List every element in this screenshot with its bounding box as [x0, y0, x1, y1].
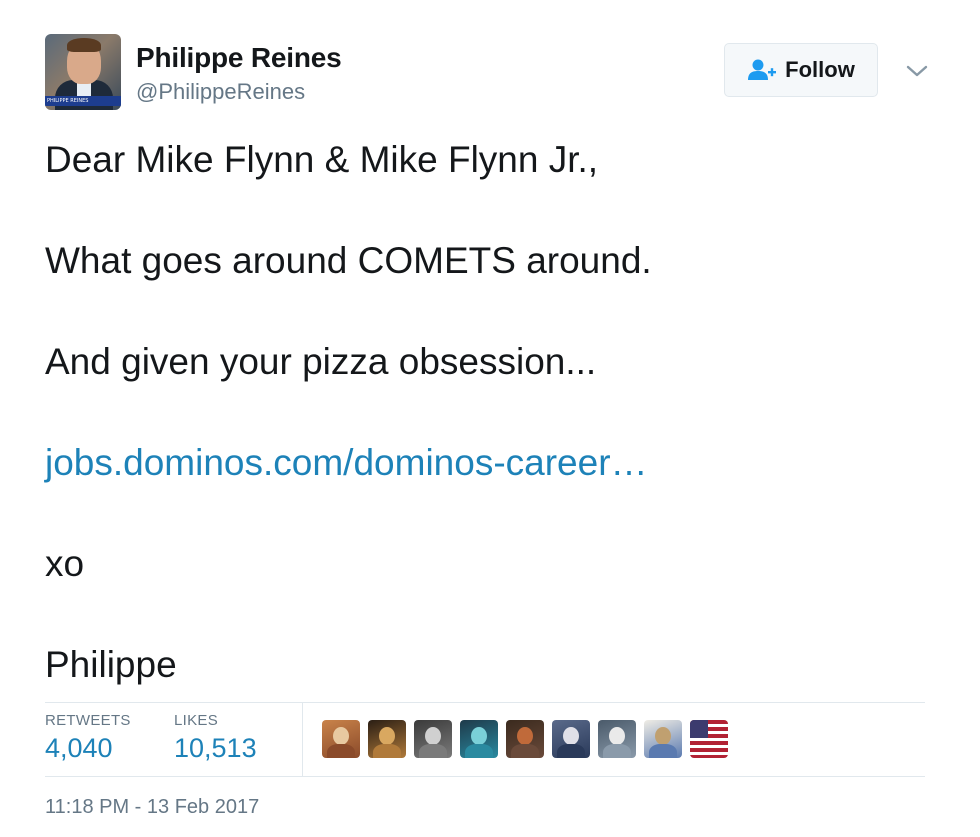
flag-canton — [690, 720, 708, 738]
display-name[interactable]: Philippe Reines — [136, 42, 342, 74]
liker-avatar-8[interactable] — [644, 720, 682, 758]
tweet-timestamp[interactable]: 11:18 PM - 13 Feb 2017 — [45, 796, 259, 819]
tweet-line: What goes around COMETS around. — [45, 240, 652, 281]
liker-avatar-1[interactable] — [322, 720, 360, 758]
liker-avatar-3[interactable] — [414, 720, 452, 758]
liker-body — [465, 744, 493, 758]
liker-face — [609, 727, 625, 745]
liker-avatar-5[interactable] — [506, 720, 544, 758]
stats-separator — [302, 703, 303, 776]
likes-label: LIKES — [174, 712, 219, 729]
retweets-stat[interactable]: RETWEETS 4,040 — [45, 712, 131, 764]
liker-face — [563, 727, 579, 745]
tweet-card: PHILIPPE REINES Philippe Reines @Philipp… — [0, 0, 980, 837]
retweets-label: RETWEETS — [45, 712, 131, 729]
retweets-count[interactable]: 4,040 — [45, 733, 131, 764]
liker-face — [655, 727, 671, 745]
likes-count[interactable]: 10,513 — [174, 733, 257, 764]
follow-label: Follow — [785, 57, 855, 82]
stats-divider-bottom — [45, 776, 925, 777]
follow-button[interactable]: Follow — [724, 43, 878, 97]
liker-face — [517, 727, 533, 745]
liker-body — [373, 744, 401, 758]
add-user-icon — [747, 59, 777, 81]
liker-avatar-2[interactable] — [368, 720, 406, 758]
liker-body — [557, 744, 585, 758]
liker-face — [379, 727, 395, 745]
liker-avatar-9[interactable] — [690, 720, 728, 758]
avatar[interactable]: PHILIPPE REINES — [45, 34, 121, 110]
liker-body — [511, 744, 539, 758]
liker-avatars — [322, 720, 728, 758]
liker-avatar-7[interactable] — [598, 720, 636, 758]
liker-body — [649, 744, 677, 758]
tweet-line: Dear Mike Flynn & Mike Flynn Jr., — [45, 139, 599, 180]
liker-face — [333, 727, 349, 745]
likes-stat[interactable]: LIKES 10,513 — [174, 712, 257, 764]
stats-divider-top — [45, 702, 925, 703]
liker-face — [471, 727, 487, 745]
tweet-line: And given your pizza obsession... — [45, 341, 597, 382]
liker-body — [327, 744, 355, 758]
avatar-chyron-text: PHILIPPE REINES — [47, 98, 89, 104]
user-handle[interactable]: @PhilippeReines — [136, 79, 305, 105]
avatar-hair — [67, 38, 101, 52]
tweet-text: Dear Mike Flynn & Mike Flynn Jr., What g… — [45, 138, 935, 744]
liker-body — [603, 744, 631, 758]
tweet-link[interactable]: jobs.dominos.com/dominos-career… — [45, 441, 935, 542]
liker-body — [419, 744, 447, 758]
liker-avatar-4[interactable] — [460, 720, 498, 758]
liker-avatar-6[interactable] — [552, 720, 590, 758]
tweet-line: xo — [45, 543, 85, 584]
chevron-down-icon[interactable] — [904, 60, 930, 82]
liker-face — [425, 727, 441, 745]
